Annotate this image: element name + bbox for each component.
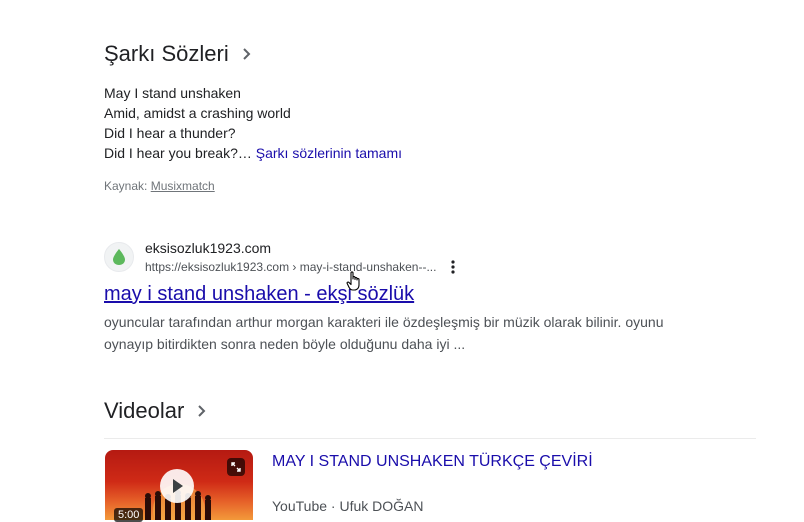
meta-separator: · xyxy=(330,498,336,514)
video-duration: 5:00 xyxy=(114,508,144,522)
video-platform: YouTube xyxy=(272,498,328,514)
more-vert-icon[interactable] xyxy=(445,259,461,275)
lyric-line: Did I hear you break?… xyxy=(104,145,252,161)
result-title-link[interactable]: may i stand unshaken - ekşi sözlük xyxy=(104,283,414,306)
videos-section-title[interactable]: Videolar xyxy=(104,398,184,424)
lyrics-section-header[interactable]: Şarkı Sözleri xyxy=(104,41,253,67)
section-divider xyxy=(104,438,756,439)
site-url[interactable]: https://eksisozluk1923.com › may-i-stand… xyxy=(145,260,436,274)
lyrics-excerpt: May I stand unshaken Amid, amidst a cras… xyxy=(104,83,402,163)
expand-icon[interactable] xyxy=(227,458,245,476)
videos-section-header[interactable]: Videolar xyxy=(104,398,208,424)
drop-favicon-icon xyxy=(113,249,125,265)
video-title-link[interactable]: MAY I STAND UNSHAKEN TÜRKÇE ÇEVİRİ xyxy=(272,453,593,471)
site-favicon[interactable] xyxy=(104,242,134,272)
lyrics-section-title[interactable]: Şarkı Sözleri xyxy=(104,41,229,67)
video-meta: YouTube · Ufuk DOĞAN xyxy=(272,498,423,514)
chevron-right-icon[interactable] xyxy=(239,47,253,61)
lyric-line: Did I hear a thunder? xyxy=(104,125,236,141)
full-lyrics-link[interactable]: Şarkı sözlerinin tamamı xyxy=(256,145,402,161)
lyric-line: May I stand unshaken xyxy=(104,85,241,101)
snippet-line: oyuncular tarafından arthur morgan karak… xyxy=(104,314,664,330)
lyrics-source: Kaynak: Musixmatch xyxy=(104,179,215,193)
play-icon[interactable] xyxy=(160,469,194,503)
source-link[interactable]: Musixmatch xyxy=(151,179,215,193)
result-snippet: oyuncular tarafından arthur morgan karak… xyxy=(104,311,663,355)
video-channel: Ufuk DOĞAN xyxy=(339,498,424,514)
lyric-line: Amid, amidst a crashing world xyxy=(104,105,291,121)
source-label: Kaynak: xyxy=(104,179,148,193)
snippet-line: oynayıp bitirdikten sonra neden böyle ol… xyxy=(104,336,466,352)
site-name[interactable]: eksisozluk1923.com xyxy=(145,240,271,256)
chevron-right-icon[interactable] xyxy=(194,404,208,418)
hand-cursor-icon xyxy=(346,270,364,297)
